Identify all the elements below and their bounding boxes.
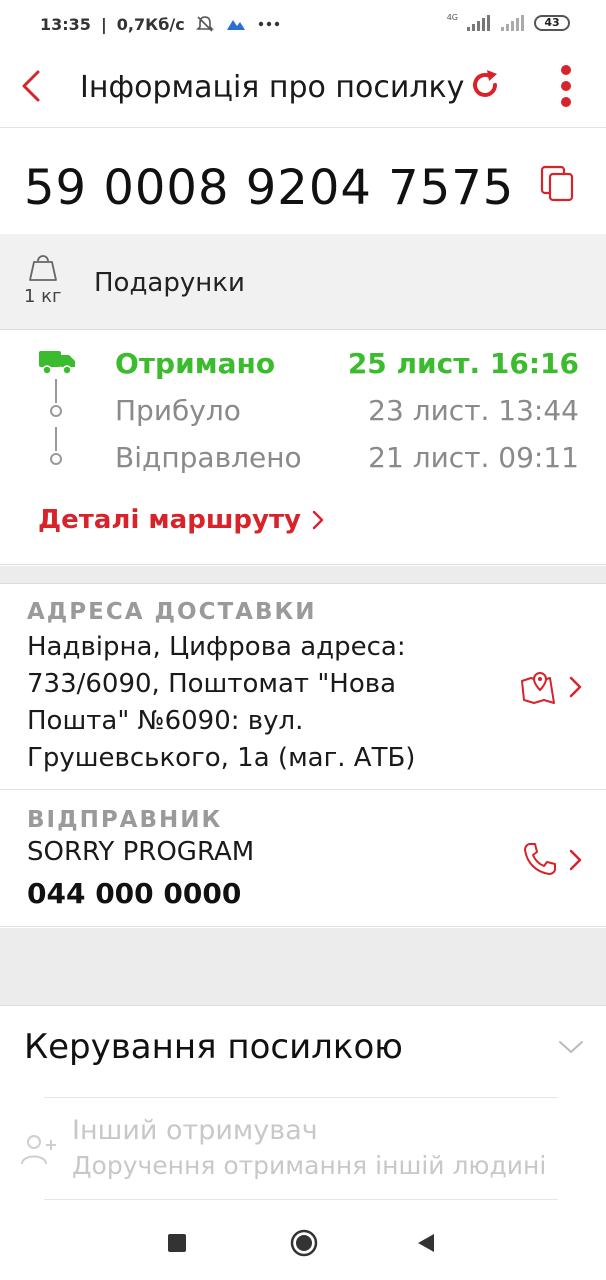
divider xyxy=(44,1199,558,1200)
divider xyxy=(44,1097,558,1098)
copy-icon[interactable] xyxy=(538,164,578,204)
manage-parcel-title[interactable]: Керування посилкою xyxy=(24,1027,403,1067)
cloud-icon xyxy=(226,20,245,30)
manage-parcel-section: Керування посилкою Інший отримувач Доруч… xyxy=(0,1007,606,1202)
mute-icon xyxy=(195,16,214,32)
chevron-right-icon xyxy=(312,510,324,530)
timeline-dot xyxy=(50,405,62,417)
other-recipient-option[interactable]: Інший отримувач xyxy=(72,1115,318,1146)
app-bar: Інформація про посилку xyxy=(0,50,606,128)
status-right: 4G 43 xyxy=(446,12,570,32)
page-title: Інформація про посилку xyxy=(80,70,465,105)
system-nav-bar xyxy=(0,1202,606,1280)
delivery-address-text: Надвірна, Цифрова адреса: 733/6090, Пошт… xyxy=(27,632,416,773)
network-type-label: 4G xyxy=(446,12,458,22)
other-recipient-description: Доручення отримання іншій людині xyxy=(72,1151,547,1180)
status-left: 13:35 | 0,7Кб/с xyxy=(40,14,281,34)
more-dots-icon xyxy=(258,21,279,27)
section-gap xyxy=(0,928,606,1006)
status-speed: 0,7Кб/с xyxy=(116,14,185,34)
status-sent-date: 21 лист. 09:11 xyxy=(368,441,579,474)
sender-phone: 044 000 0000 xyxy=(27,877,242,910)
delivery-address-label: АДРЕСА ДОСТАВКИ xyxy=(27,599,317,625)
chevron-right-icon xyxy=(569,676,582,698)
parcel-description: Подарунки xyxy=(94,268,245,298)
chevron-right-icon xyxy=(569,849,582,871)
signal-icon-2 xyxy=(501,15,524,31)
truck-icon xyxy=(39,351,75,375)
tracking-number: 59 0008 9204 7575 xyxy=(24,160,515,216)
weight-icon xyxy=(29,255,57,281)
timeline-dot xyxy=(50,453,62,465)
chevron-down-icon[interactable] xyxy=(556,1037,586,1057)
parcel-info-row: 1 кг Подарунки xyxy=(0,234,606,330)
timeline-line xyxy=(55,379,57,403)
status-bar: 13:35 | 0,7Кб/с 4G 43 xyxy=(0,0,606,50)
home-button[interactable] xyxy=(290,1229,318,1257)
add-person-icon xyxy=(21,1135,56,1165)
sender-label: ВІДПРАВНИК xyxy=(27,807,223,833)
chevron-left-icon[interactable] xyxy=(14,66,54,106)
timeline-line xyxy=(55,427,57,451)
status-received: Отримано xyxy=(115,347,276,380)
status-time: 13:35 xyxy=(40,14,91,34)
route-details-link[interactable]: Деталі маршруту xyxy=(38,505,325,535)
delivery-address-section[interactable]: АДРЕСА ДОСТАВКИ Надвірна, Цифрова адреса… xyxy=(0,585,606,790)
status-arrived: Прибуло xyxy=(115,394,241,427)
signal-icon xyxy=(467,15,490,31)
route-details-label: Деталі маршруту xyxy=(38,505,302,535)
status-sent: Відправлено xyxy=(115,441,302,474)
back-button[interactable] xyxy=(416,1232,436,1254)
section-gap xyxy=(0,566,606,584)
recents-button[interactable] xyxy=(168,1234,186,1252)
weight-label: 1 кг xyxy=(24,286,62,307)
refresh-icon[interactable] xyxy=(468,68,502,102)
tracking-header: 59 0008 9204 7575 xyxy=(0,128,606,234)
map-pin-icon[interactable] xyxy=(520,669,556,705)
status-separator: | xyxy=(100,14,107,34)
sender-section[interactable]: ВІДПРАВНИК SORRY PROGRAM 044 000 0000 xyxy=(0,791,606,927)
more-vertical-icon[interactable] xyxy=(552,64,580,110)
battery-icon: 43 xyxy=(534,15,570,31)
status-arrived-date: 23 лист. 13:44 xyxy=(368,394,579,427)
tracking-status-section: Отримано 25 лист. 16:16 Прибуло 23 лист.… xyxy=(0,331,606,565)
sender-name: SORRY PROGRAM xyxy=(27,837,255,867)
phone-icon[interactable] xyxy=(522,841,558,877)
status-received-date: 25 лист. 16:16 xyxy=(347,347,579,380)
